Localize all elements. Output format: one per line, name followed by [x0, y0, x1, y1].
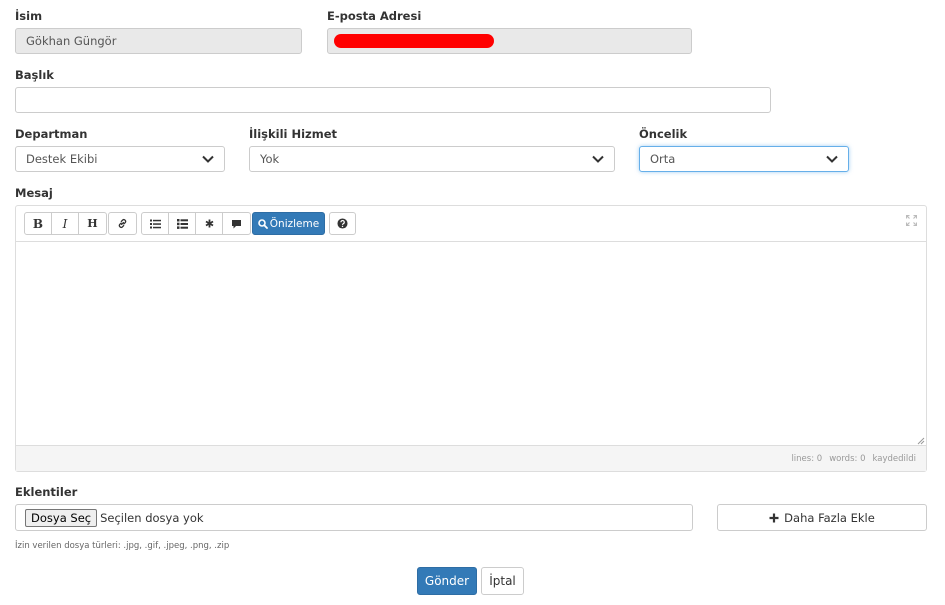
name-field: Gökhan Güngör [15, 28, 302, 54]
status-lines: lines: 0 [791, 453, 823, 464]
search-icon [257, 218, 268, 229]
code-button[interactable] [196, 213, 223, 234]
heading-button[interactable]: H [79, 213, 106, 234]
message-label: Mesaj [15, 186, 53, 200]
add-more-label: Daha Fazla Ekle [784, 510, 875, 525]
italic-button[interactable]: I [52, 213, 79, 234]
subject-label: Başlık [15, 68, 54, 82]
file-input[interactable]: Dosya Seç Seçilen dosya yok [15, 504, 693, 531]
format-group: B I H [24, 212, 107, 235]
no-file-text: Seçilen dosya yok [100, 510, 204, 525]
service-select[interactable]: Yok [249, 146, 615, 172]
ordered-list-button[interactable] [169, 213, 196, 234]
department-value: Destek Ekibi [26, 152, 98, 166]
status-saved: kaydedildi [872, 453, 916, 464]
link-group [108, 212, 137, 235]
chevron-down-icon [592, 155, 604, 163]
name-label: İsim [15, 9, 43, 23]
choose-file-button[interactable]: Dosya Seç [25, 508, 98, 527]
subject-input[interactable] [15, 87, 771, 113]
link-button[interactable] [109, 213, 136, 234]
department-select[interactable]: Destek Ekibi [15, 146, 225, 172]
question-icon [337, 218, 348, 229]
chevron-down-icon [826, 155, 838, 163]
email-redaction [334, 34, 494, 48]
unordered-list-button[interactable] [142, 213, 169, 234]
name-value: Gökhan Güngör [26, 34, 117, 48]
submit-button[interactable]: Gönder [417, 567, 477, 595]
preview-label: Önizleme [269, 217, 320, 230]
email-label: E-posta Adresi [327, 9, 422, 23]
department-label: Departman [15, 127, 88, 141]
chevron-down-icon [202, 155, 214, 163]
editor-statusbar: lines: 0 words: 0 kaydedildi [16, 445, 926, 471]
priority-select[interactable]: Orta [639, 146, 849, 172]
unordered-list-icon [149, 219, 161, 228]
asterisk-icon [205, 219, 213, 228]
block-group [141, 212, 251, 235]
resize-grip-icon[interactable] [917, 437, 925, 445]
help-button[interactable] [329, 212, 356, 235]
editor-toolbar: B I H Önizleme [16, 206, 926, 242]
email-field [327, 28, 692, 54]
service-value: Yok [260, 152, 280, 166]
service-label: İlişkili Hizmet [249, 127, 338, 141]
message-textarea[interactable] [16, 242, 926, 446]
link-icon [118, 219, 127, 228]
plus-icon [769, 513, 779, 522]
priority-value: Orta [650, 152, 676, 166]
expand-icon[interactable] [906, 215, 917, 226]
status-words: words: 0 [829, 453, 866, 464]
bold-button[interactable]: B [25, 213, 52, 234]
add-more-button[interactable]: Daha Fazla Ekle [717, 504, 927, 531]
preview-button[interactable]: Önizleme [252, 212, 325, 235]
ordered-list-icon [176, 218, 188, 229]
markdown-editor: B I H Önizleme lines: 0 words: 0 kaydedi… [15, 205, 927, 472]
allowed-types-hint: İzin verilen dosya türleri: .jpg, .gif, … [15, 541, 230, 551]
priority-label: Öncelik [639, 127, 688, 141]
cancel-button[interactable]: İptal [481, 567, 524, 595]
attachments-label: Eklentiler [15, 485, 78, 499]
quote-button[interactable] [223, 213, 250, 234]
comment-icon [232, 219, 241, 228]
